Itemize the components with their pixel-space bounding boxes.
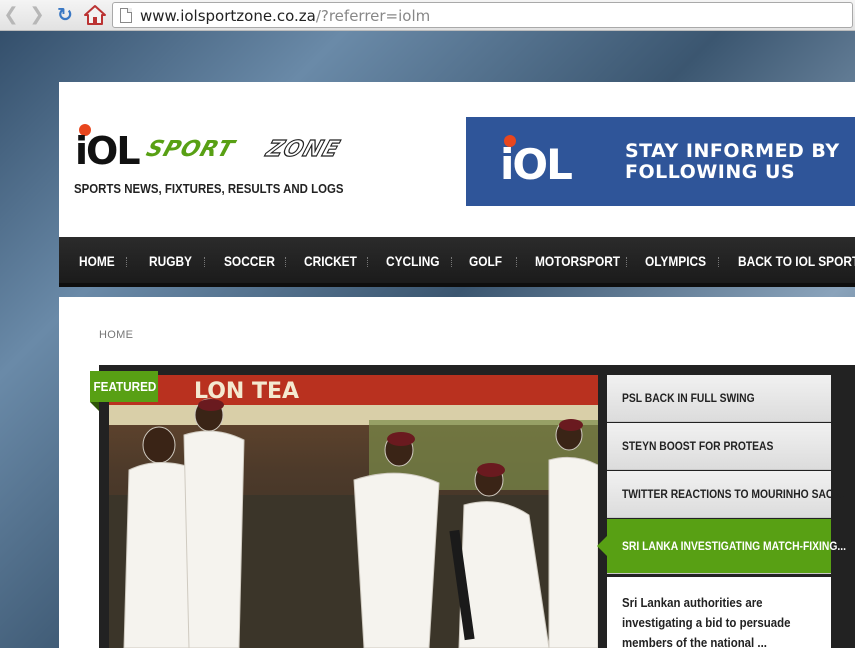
nav-separator	[516, 257, 518, 267]
nav-cycling[interactable]: CYCLING	[386, 253, 440, 269]
main-content: HOME LON TEA PSL BACK IN FULL SWING STEY…	[59, 297, 855, 648]
headline-item[interactable]: TWITTER REACTIONS TO MOURINHO SACKL...	[607, 471, 855, 518]
url-host: www.iolsportzone.co.za	[140, 7, 316, 25]
main-nav: HOME RUGBY SOCCER CRICKET CYCLING GOLF M…	[59, 237, 855, 287]
headline-title: STEYN BOOST FOR PROTEAS	[622, 439, 774, 453]
stay-informed-banner[interactable]: iOL STAY INFORMED BY FOLLOWING US	[466, 117, 855, 206]
nav-separator	[718, 257, 720, 267]
browser-toolbar: ❮ ❯ ↻ www.iolsportzone.co.za/?referrer=i…	[0, 0, 855, 31]
featured-tag-fold	[90, 402, 99, 411]
featured-label: FEATURED	[93, 379, 157, 394]
featured-slider: LON TEA PSL BACK IN FULL SWING STEYN BOO…	[99, 365, 855, 648]
excerpt-text: Sri Lankan authorities are investigating…	[622, 595, 791, 648]
site-tagline: SPORTS NEWS, FIXTURES, RESULTS AND LOGS	[74, 181, 344, 196]
site-header: iOL SPORT ZONE SPORTS NEWS, FIXTURES, RE…	[59, 82, 855, 237]
nav-cricket[interactable]: CRICKET	[304, 253, 357, 269]
iol-sportzone-logo[interactable]: iOL SPORT ZONE	[73, 122, 418, 173]
nav-separator	[451, 257, 453, 267]
headline-item[interactable]: STEYN BOOST FOR PROTEAS	[607, 423, 831, 470]
nav-soccer[interactable]: SOCCER	[224, 253, 275, 269]
nav-back-to-iol-sport[interactable]: BACK TO IOL SPORT	[738, 253, 855, 269]
nav-home[interactable]: HOME	[79, 253, 115, 269]
url-text: www.iolsportzone.co.za/?referrer=iolm	[140, 7, 430, 25]
svg-text:iOL: iOL	[500, 140, 572, 188]
page-icon	[120, 8, 132, 23]
home-icon[interactable]	[83, 3, 107, 27]
headline-title: PSL BACK IN FULL SWING	[622, 391, 755, 405]
reload-icon[interactable]: ↻	[54, 4, 76, 26]
breadcrumb[interactable]: HOME	[99, 329, 133, 341]
banner-text: STAY INFORMED BY FOLLOWING US	[625, 140, 840, 183]
svg-text:iOL: iOL	[75, 129, 140, 172]
svg-text:ZONE: ZONE	[262, 137, 343, 162]
nav-olympics[interactable]: OLYMPICS	[645, 253, 706, 269]
headline-title: TWITTER REACTIONS TO MOURINHO SACKL...	[622, 487, 855, 501]
nav-motorsport[interactable]: MOTORSPORT	[535, 253, 620, 269]
active-pointer-icon	[597, 536, 607, 556]
featured-tag: FEATURED	[90, 371, 158, 402]
headline-item[interactable]: PSL BACK IN FULL SWING	[607, 375, 831, 422]
back-arrow-icon[interactable]: ❮	[0, 4, 22, 26]
nav-separator	[126, 257, 128, 267]
headline-excerpt[interactable]: Sri Lankan authorities are investigating…	[607, 577, 831, 648]
iol-banner-logo: iOL	[500, 133, 590, 189]
address-bar[interactable]: www.iolsportzone.co.za/?referrer=iolm	[112, 2, 853, 28]
nav-golf[interactable]: GOLF	[469, 253, 502, 269]
nav-separator	[367, 257, 369, 267]
svg-text:SPORT: SPORT	[143, 137, 238, 162]
nav-separator	[204, 257, 206, 267]
nav-separator	[285, 257, 287, 267]
url-path: /?referrer=iolm	[315, 7, 431, 25]
headline-item-active[interactable]: SRI LANKA INVESTIGATING MATCH-FIXING...	[597, 519, 846, 574]
featured-photo[interactable]: LON TEA	[109, 375, 598, 648]
headline-title: SRI LANKA INVESTIGATING MATCH-FIXING...	[622, 539, 846, 553]
forward-arrow-icon[interactable]: ❯	[26, 4, 48, 26]
nav-rugby[interactable]: RUGBY	[149, 253, 192, 269]
nav-separator	[626, 257, 628, 267]
